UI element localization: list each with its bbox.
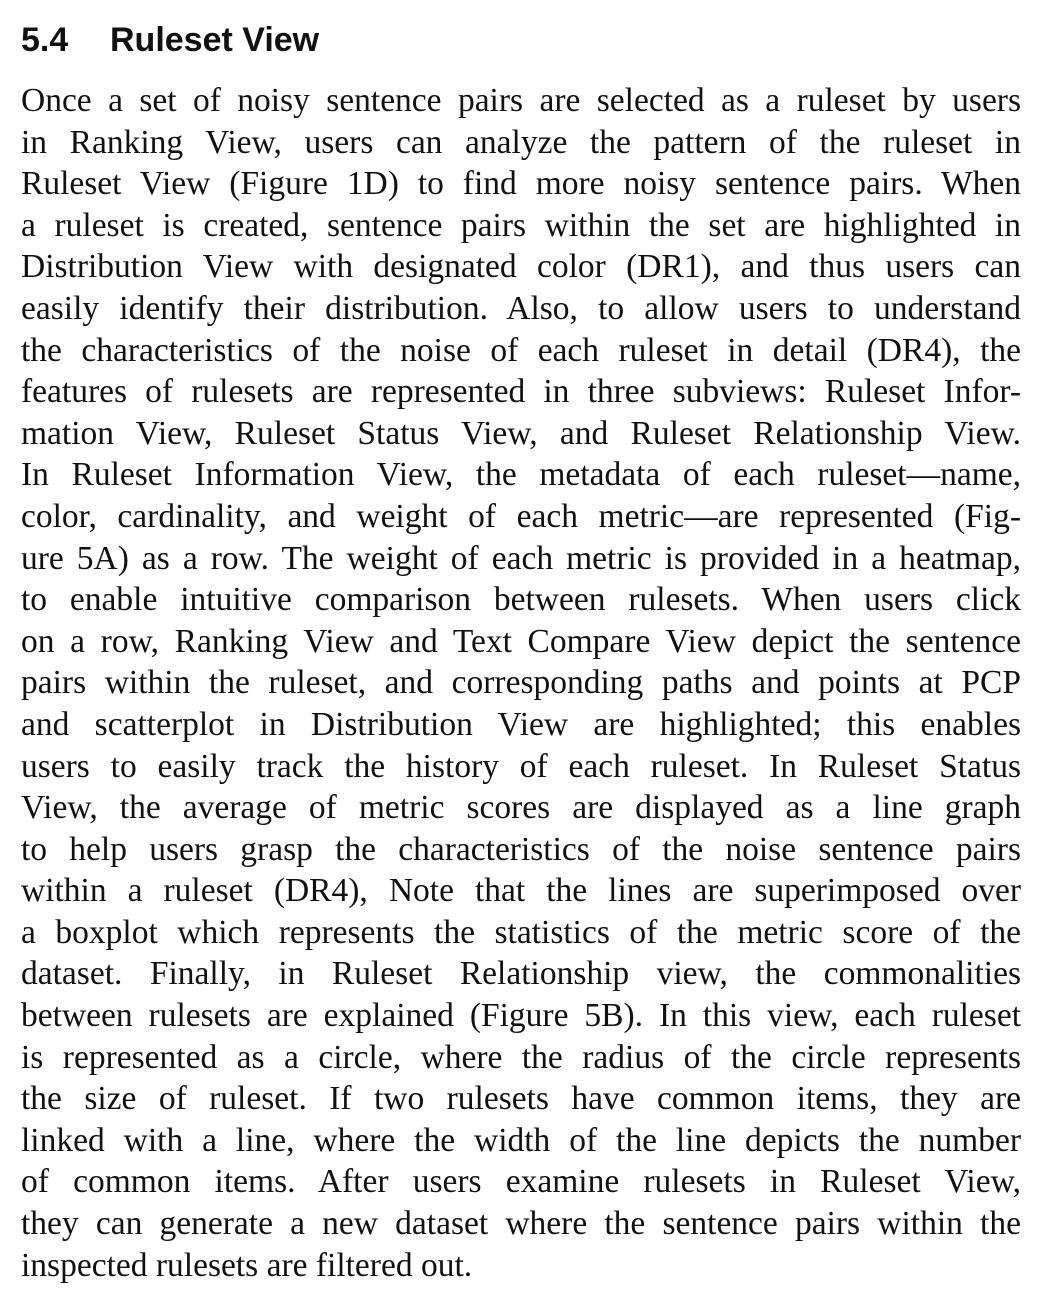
paragraph-line: of common items. After users examine rul… (21, 1163, 1021, 1201)
paragraph-line: View, the average of metric scores are d… (21, 789, 1021, 827)
paragraph-line: is represented as a circle, where the ra… (21, 1038, 1021, 1076)
paragraph-line: and scatterplot in Distribution View are… (21, 705, 1021, 743)
paragraph-line: Ruleset View (Figure 1D) to find more no… (21, 165, 1021, 203)
paragraph-line: within a ruleset (DR4), Note that the li… (21, 872, 1021, 910)
paragraph-line: a ruleset is created, sentence pairs wit… (21, 206, 1021, 244)
paragraph-line: pairs within the ruleset, and correspond… (21, 664, 1021, 702)
paper-page: 5.4 Ruleset View Once a set of noisy sent… (21, 18, 1021, 1284)
paragraph-line: linked with a line, where the width of t… (21, 1121, 1021, 1159)
paragraph-line: the characteristics of the noise of each… (21, 331, 1021, 369)
paragraph-line: users to easily track the history of eac… (21, 747, 1021, 785)
paragraph-line: inspected rulesets are filtered out. (21, 1246, 473, 1284)
paragraph-line: to help users grasp the characteristics … (21, 830, 1021, 868)
paragraph-line: ure 5A) as a row. The weight of each met… (21, 539, 1021, 577)
paragraph-line: color, cardinality, and weight of each m… (21, 497, 1021, 535)
paragraph-line: in Ranking View, users can analyze the p… (21, 123, 1021, 161)
paragraph-line: mation View, Ruleset Status View, and Ru… (21, 414, 1021, 452)
paragraph-line: a boxplot which represents the statistic… (21, 913, 1021, 951)
paragraph-line: the size of ruleset. If two rulesets hav… (21, 1080, 1021, 1118)
paragraph-line: on a row, Ranking View and Text Compare … (21, 622, 1021, 660)
section-number: 5.4 (21, 21, 69, 59)
paragraph-line: Distribution View with designated color … (21, 248, 1021, 286)
paragraph-line: they can generate a new dataset where th… (21, 1205, 1021, 1243)
body-paragraph: Once a set of noisy sentence pairs are s… (21, 80, 1021, 1286)
paragraph-line: to enable intuitive comparison between r… (21, 581, 1021, 619)
section-heading: 5.4 Ruleset View (21, 18, 1021, 62)
paragraph-line: In Ruleset Information View, the metadat… (21, 456, 1021, 494)
paragraph-line: features of rulesets are represented in … (21, 373, 1021, 411)
paragraph-line: between rulesets are explained (Figure 5… (21, 997, 1021, 1035)
paragraph-line: easily identify their distribution. Also… (21, 289, 1021, 327)
paragraph-line: Once a set of noisy sentence pairs are s… (21, 82, 1021, 119)
section-title: Ruleset View (110, 21, 320, 59)
paragraph-line: dataset. Finally, in Ruleset Relationshi… (21, 955, 1021, 993)
